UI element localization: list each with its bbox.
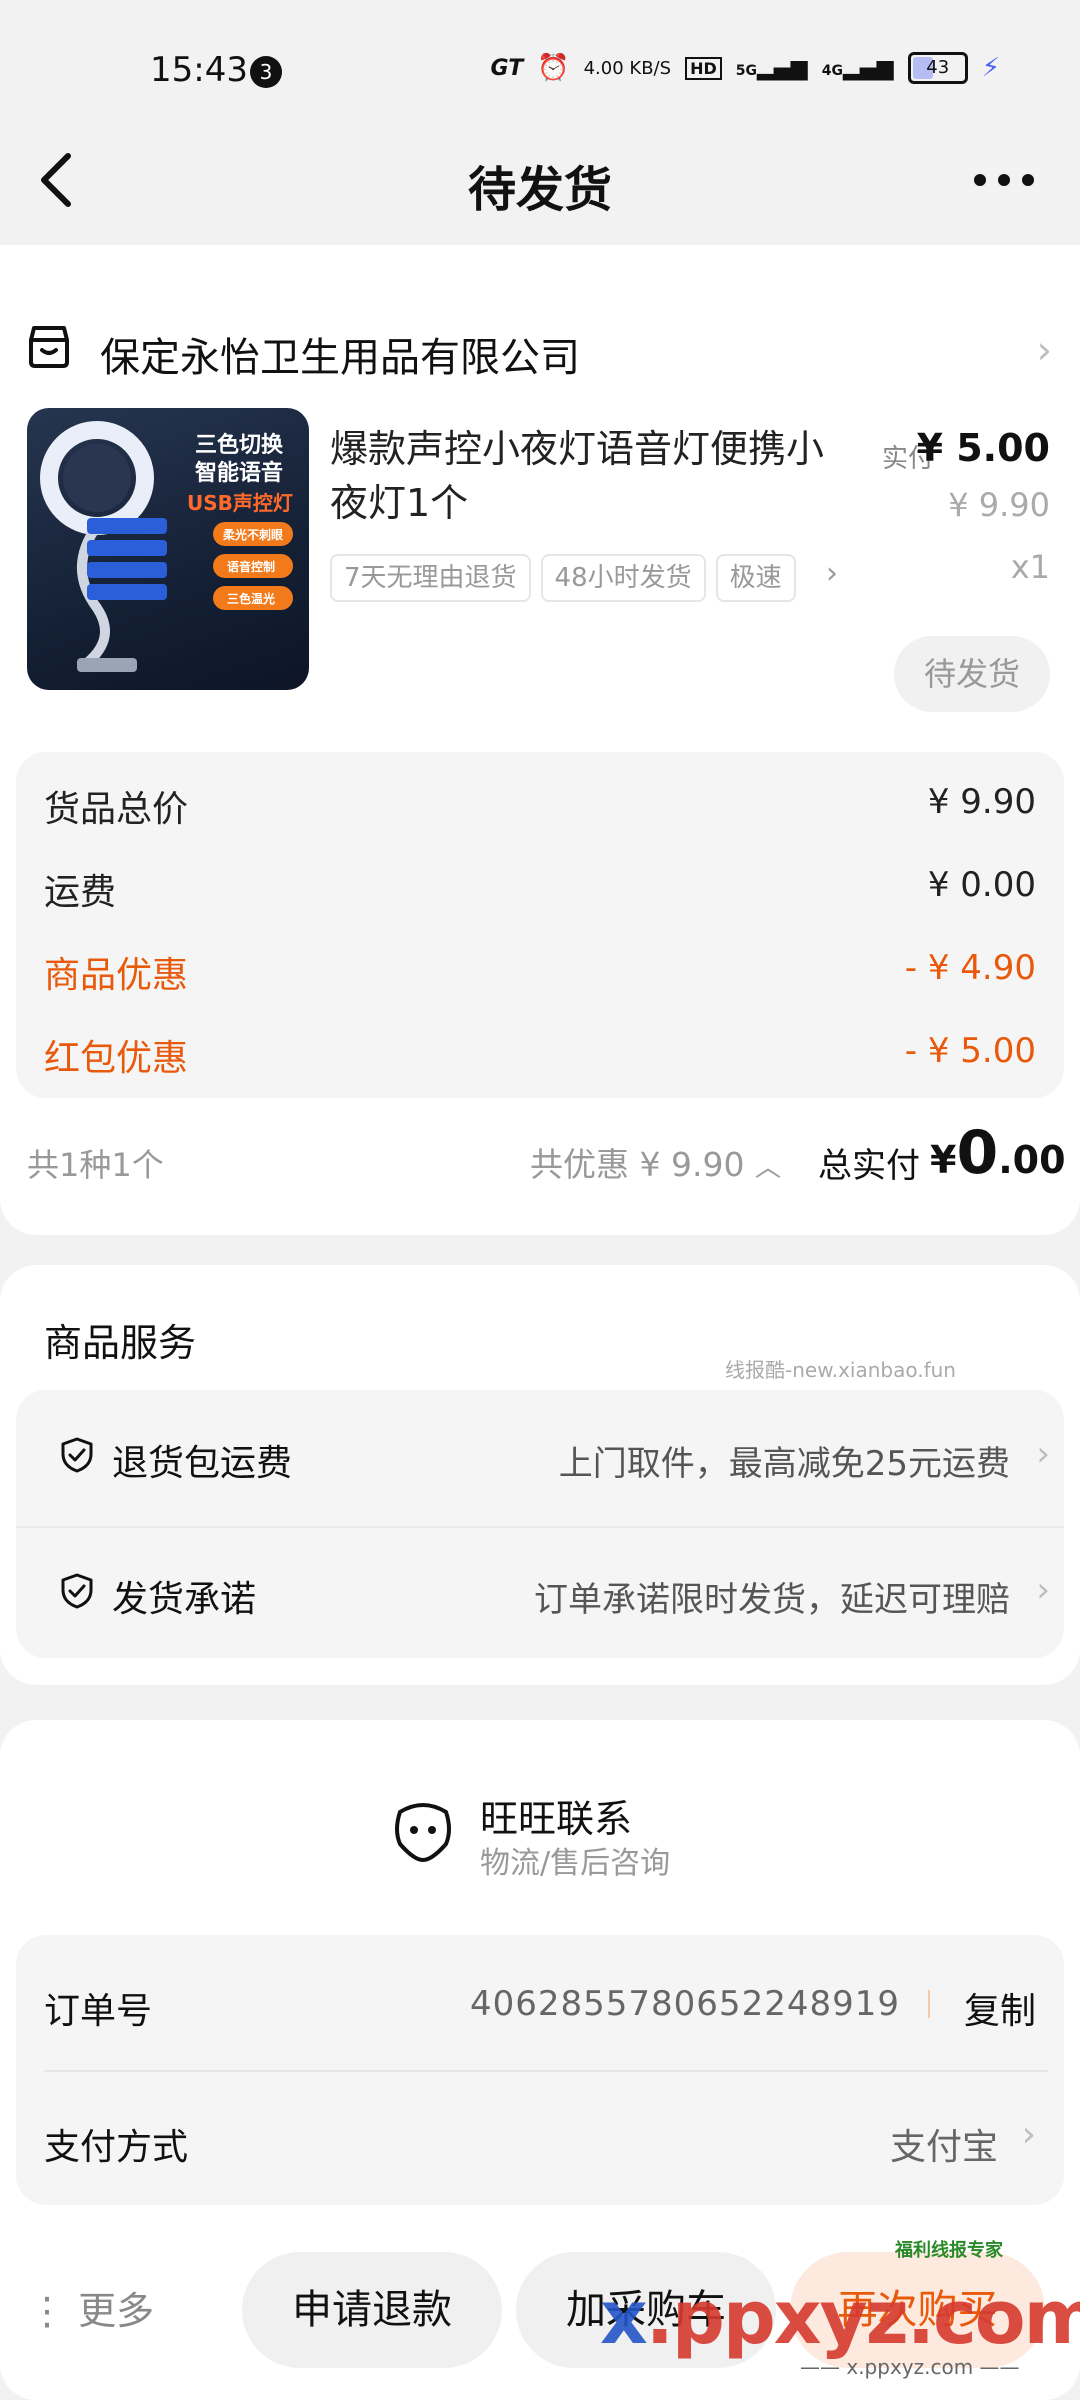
gt-icon: GT xyxy=(490,55,524,81)
site-watermark-badge: 福利线报专家 xyxy=(895,2240,1003,2261)
service-label[interactable]: 退货包运费 xyxy=(112,1434,292,1486)
total-currency: ¥ xyxy=(930,1138,957,1182)
product-image-text-3: USB声控灯 xyxy=(187,491,293,515)
shield-check-icon xyxy=(61,1573,93,1609)
total-saving-text: 共优惠 ¥ 9.90 xyxy=(530,1145,745,1184)
network-speed: 4.00 KB/S xyxy=(583,57,672,79)
total-amount: ¥0.00 xyxy=(930,1118,1066,1188)
order-number-label: 订单号 xyxy=(44,1991,153,2032)
chevron-right-icon[interactable]: › xyxy=(1036,1570,1050,1610)
wangwang-title[interactable]: 旺旺联系 xyxy=(480,1788,632,1843)
more-label: 更多 xyxy=(78,2289,155,2333)
refund-button[interactable]: 申请退款 xyxy=(242,2252,502,2368)
more-options-icon[interactable] xyxy=(974,170,1044,190)
product-image-text-2: 智能语音 xyxy=(195,460,283,486)
services-title: 商品服务 xyxy=(44,1321,197,1365)
status-time: 15:43 xyxy=(150,50,248,90)
price-row-label: 货品总价 xyxy=(44,789,189,830)
price-row-value: - ¥ 4.90 xyxy=(904,948,1036,988)
site-watermark-sub: —— x.ppxyz.com —— xyxy=(800,2355,1020,2379)
shop-chevron-icon[interactable]: › xyxy=(1037,328,1052,372)
service-label[interactable]: 发货承诺 xyxy=(112,1570,256,1622)
site-watermark: x.ppxyz.com xyxy=(600,2275,1080,2361)
original-price: ¥ 9.90 xyxy=(948,486,1050,524)
total-int: 0 xyxy=(956,1118,999,1188)
signal-4g-label: 4G xyxy=(821,62,843,79)
chevron-right-icon[interactable]: › xyxy=(1036,1434,1050,1474)
separator xyxy=(928,1990,930,2018)
alarm-icon: ⏰ xyxy=(537,53,570,83)
item-count: 共1种1个 xyxy=(27,1146,164,1184)
order-status-button[interactable]: 待发货 xyxy=(894,636,1050,712)
copy-button[interactable]: 复制 xyxy=(964,1982,1036,2034)
signal-4g-icon: 4G▂▄▆ xyxy=(821,55,894,81)
wangwang-chat-icon[interactable] xyxy=(392,1800,454,1862)
product-image-text-1: 三色切换 xyxy=(195,432,284,458)
order-number: 4062855780652248919 xyxy=(469,1984,900,2024)
divider xyxy=(44,2070,1048,2072)
total-dec: .00 xyxy=(998,1138,1066,1182)
tags-chevron-icon[interactable]: › xyxy=(826,556,838,591)
product-illustration: 三色切换 智能语音 USB声控灯 柔光不刺眼 语音控制 三色温光 xyxy=(40,421,293,672)
battery-level: 43 xyxy=(926,57,950,78)
status-icons: GT ⏰ 4.00 KB/S HD 5G▂▄▆ 4G▂▄▆ 43 ⚡ xyxy=(491,52,1000,84)
tag-shipping: 48小时发货 xyxy=(540,554,706,602)
price-row-label: 商品优惠 xyxy=(44,955,189,996)
product-image[interactable]: 三色切换 智能语音 USB声控灯 柔光不刺眼 语音控制 三色温光 xyxy=(27,408,309,690)
shield-check-icon xyxy=(61,1437,93,1473)
site-watermark-x: x xyxy=(600,2275,648,2361)
signal-5g-label: 5G xyxy=(735,62,757,79)
battery-icon: 43 xyxy=(907,52,968,84)
payment-method-label: 支付方式 xyxy=(44,2127,189,2168)
product-image-text-4: 柔光不刺眼 xyxy=(222,527,283,542)
service-desc[interactable]: 上门取件，最高减免25元运费 xyxy=(559,1436,1010,1485)
tag-return: 7天无理由退货 xyxy=(330,554,531,602)
notification-badge: 3 xyxy=(250,56,282,88)
page-title: 待发货 xyxy=(467,162,612,218)
chevron-right-icon[interactable]: › xyxy=(1022,2114,1036,2155)
shop-name[interactable]: 保定永怡卫生用品有限公司 xyxy=(100,325,580,383)
price-row-value: ¥ 9.90 xyxy=(927,782,1036,822)
watermark-text: 线报酷-new.xianbao.fun xyxy=(725,1358,956,1382)
more-menu[interactable]: ⋮ 更多 xyxy=(28,2280,154,2335)
product-quantity: x1 xyxy=(1010,548,1050,586)
hd-icon: HD xyxy=(685,56,722,80)
payment-method-value[interactable]: 支付宝 xyxy=(890,2118,998,2170)
total-saving[interactable]: 共优惠 ¥ 9.90 ︿ xyxy=(530,1138,781,1186)
product-image-text-6: 三色温光 xyxy=(227,591,275,606)
paid-value: ¥ 5.00 xyxy=(916,426,1050,470)
chevron-up-icon[interactable]: ︿ xyxy=(755,1153,781,1183)
price-row-value: - ¥ 5.00 xyxy=(904,1031,1036,1071)
site-watermark-domain: .ppxyz.com xyxy=(645,2275,1080,2361)
price-row-label: 红包优惠 xyxy=(44,1038,189,1079)
product-title[interactable]: 爆款声控小夜灯语音灯便携小夜灯1个 xyxy=(330,422,850,530)
price-row-value: ¥ 0.00 xyxy=(927,865,1036,905)
vertical-dots-icon: ⋮ xyxy=(28,2289,66,2333)
product-tags: 7天无理由退货 48小时发货 极速 xyxy=(330,554,850,604)
tag-fast: 极速 xyxy=(715,554,796,602)
shop-icon xyxy=(29,326,69,368)
product-image-text-5: 语音控制 xyxy=(227,559,275,574)
divider xyxy=(16,1526,1064,1528)
wangwang-subtitle: 物流/售后咨询 xyxy=(480,1846,671,1881)
signal-5g-icon: 5G▂▄▆ xyxy=(735,55,808,81)
total-label: 总实付 xyxy=(818,1146,920,1186)
charging-icon: ⚡ xyxy=(981,53,1000,83)
service-desc[interactable]: 订单承诺限时发货，延迟可理赔 xyxy=(534,1572,1010,1621)
price-row-label: 运费 xyxy=(44,872,117,913)
